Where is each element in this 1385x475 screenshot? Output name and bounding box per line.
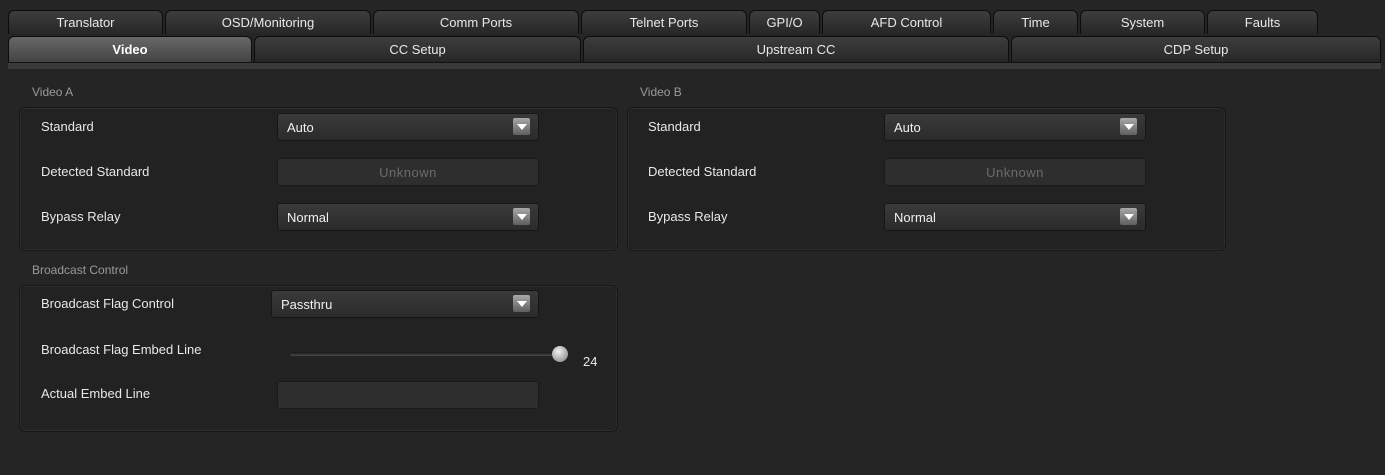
video-a-title: Video A — [32, 85, 74, 99]
broadcast-flag-control-label: Broadcast Flag Control — [41, 296, 174, 311]
embed-line-value: 24 — [583, 354, 598, 369]
chevron-down-icon[interactable] — [513, 295, 530, 312]
video-b-title: Video B — [640, 85, 682, 99]
tab-gpi-o[interactable]: GPI/O — [749, 10, 820, 34]
broadcast-title: Broadcast Control — [32, 263, 129, 277]
video-a-standard-label: Standard — [41, 119, 94, 134]
tab-translator[interactable]: Translator — [8, 10, 163, 34]
broadcast-flag-control-select[interactable]: Passthru — [271, 290, 539, 318]
video-b-detected-value: Unknown — [884, 158, 1146, 186]
chevron-down-icon[interactable] — [513, 208, 530, 225]
broadcast-flag-control-value: Passthru — [281, 296, 333, 312]
video-b-standard-label: Standard — [648, 119, 701, 134]
tab-upstream-cc[interactable]: Upstream CC — [583, 36, 1009, 62]
broadcast-actual-label: Actual Embed Line — [41, 386, 151, 401]
chevron-down-icon[interactable] — [1120, 208, 1137, 225]
video-b-bypass-label: Bypass Relay — [648, 209, 728, 224]
video-a-standard-value: Auto — [287, 119, 314, 135]
video-a-bypass-value: Normal — [287, 209, 329, 225]
embed-line-slider-thumb[interactable] — [552, 346, 568, 362]
video-b-bypass-select[interactable]: Normal — [884, 203, 1146, 231]
video-b-detected-label: Detected Standard — [648, 164, 757, 179]
video-a-bypass-select[interactable]: Normal — [277, 203, 539, 231]
tab-system[interactable]: System — [1080, 10, 1205, 34]
tab-comm-ports[interactable]: Comm Ports — [373, 10, 579, 34]
broadcast-embed-line-label: Broadcast Flag Embed Line — [41, 342, 202, 357]
tab-cc-setup[interactable]: CC Setup — [254, 36, 581, 62]
video-a-bypass-label: Bypass Relay — [41, 209, 121, 224]
embed-line-slider-track[interactable] — [290, 352, 562, 356]
video-b-standard-value: Auto — [894, 119, 921, 135]
chevron-down-icon[interactable] — [513, 118, 530, 135]
chevron-down-icon[interactable] — [1120, 118, 1137, 135]
tab-afd-control[interactable]: AFD Control — [822, 10, 991, 34]
tab-telnet-ports[interactable]: Telnet Ports — [581, 10, 747, 34]
tab-row-top: Translator OSD/Monitoring Comm Ports Telnet… — [8, 10, 1381, 34]
tab-cdp-setup[interactable]: CDP Setup — [1011, 36, 1381, 62]
tab-time[interactable]: Time — [993, 10, 1078, 34]
video-a-detected-value: Unknown — [277, 158, 539, 186]
tab-panel-edge — [8, 62, 1381, 69]
tab-faults[interactable]: Faults — [1207, 10, 1318, 34]
tab-video[interactable]: Video — [8, 36, 252, 62]
actual-embed-line-value — [277, 381, 539, 409]
video-a-detected-label: Detected Standard — [41, 164, 150, 179]
tab-row-bottom: Video CC Setup Upstream CC CDP Setup — [8, 36, 1381, 62]
video-b-bypass-value: Normal — [894, 209, 936, 225]
video-b-standard-select[interactable]: Auto — [884, 113, 1146, 141]
video-a-standard-select[interactable]: Auto — [277, 113, 539, 141]
tab-osd-monitoring[interactable]: OSD/Monitoring — [165, 10, 371, 34]
